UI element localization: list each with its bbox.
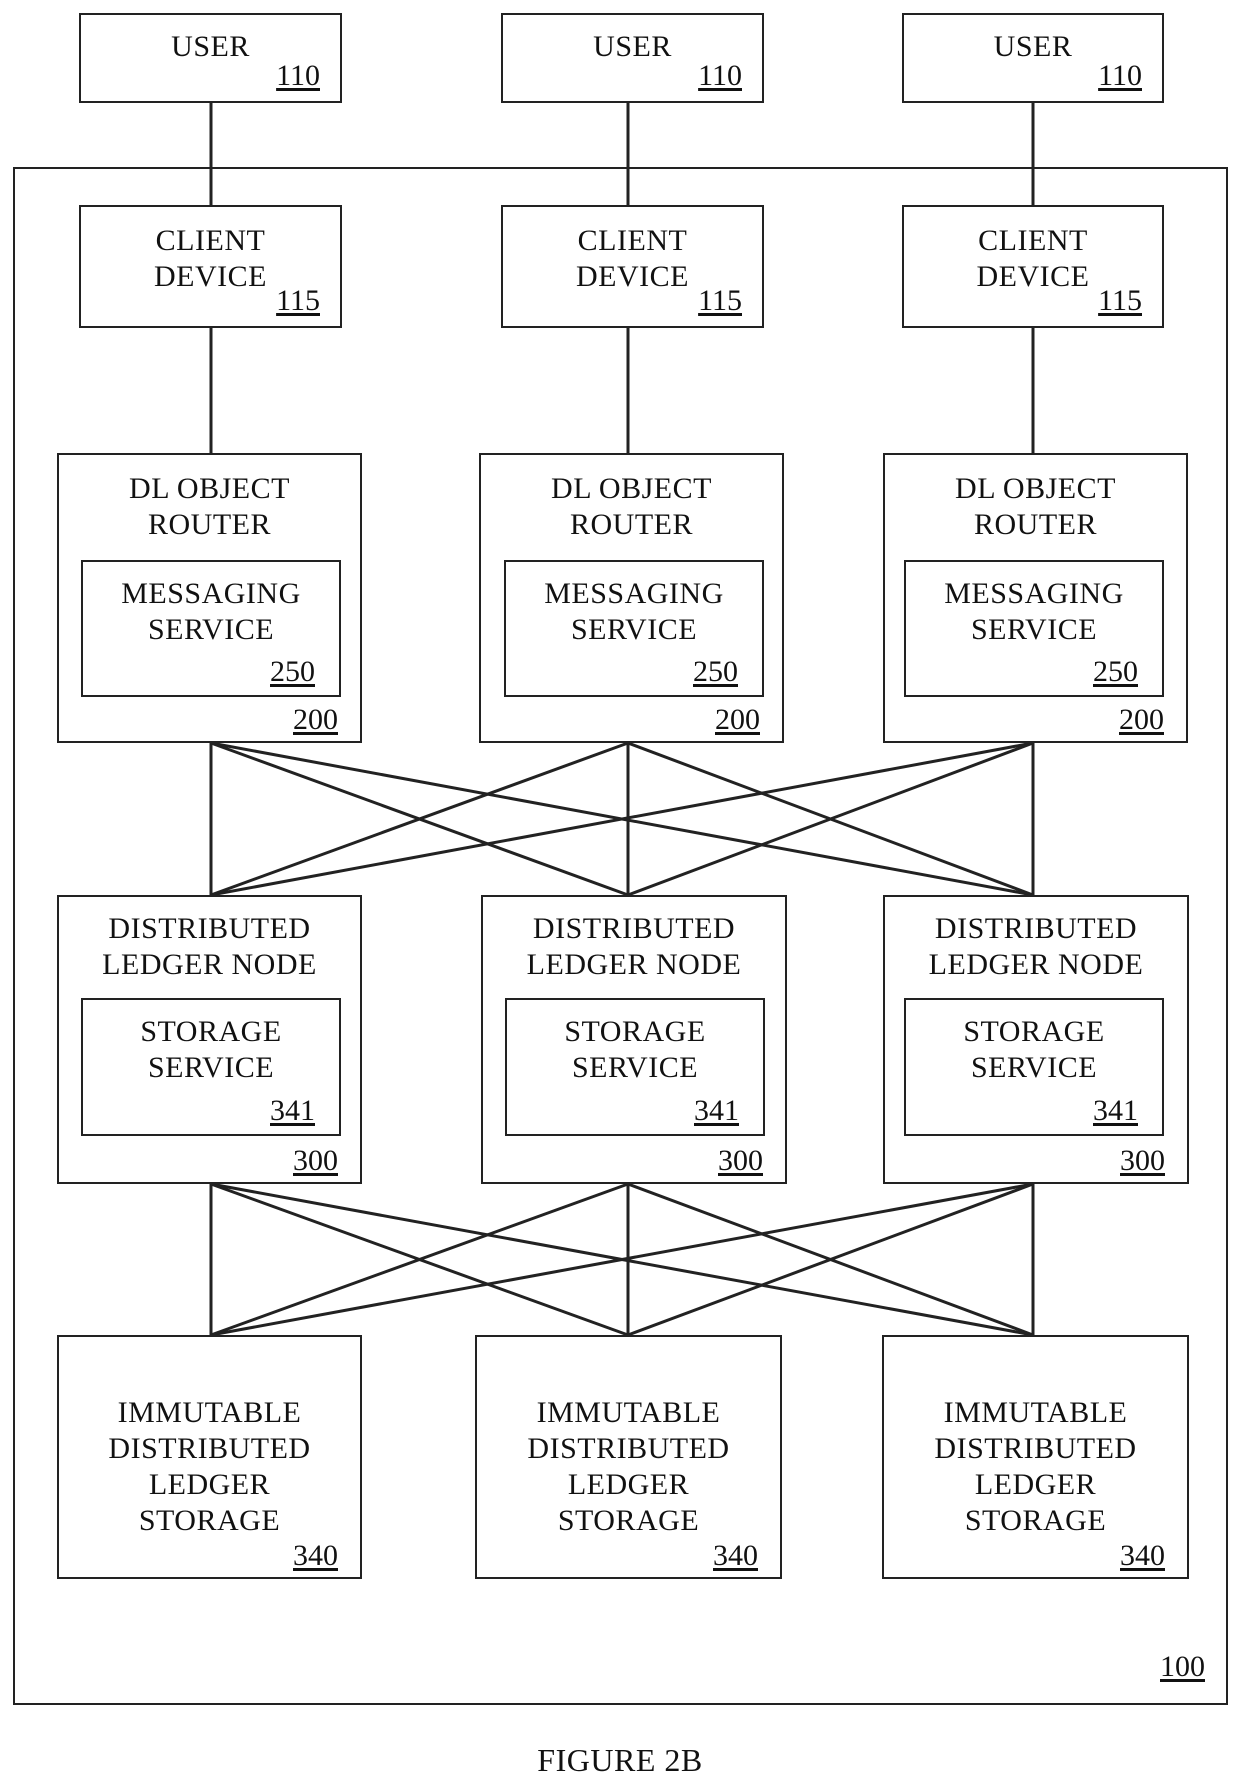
user-ref: 110 [276, 59, 320, 92]
ledger-node-ref: 300 [293, 1144, 338, 1177]
storage-service-label-line: STORAGE [140, 1015, 282, 1048]
immutable-storage-label-line: DISTRIBUTED [527, 1432, 730, 1465]
ledger-node-ref: 300 [1120, 1144, 1165, 1177]
messaging-service-box: MESSAGING SERVICE 250 [81, 560, 341, 697]
immutable-storage-label-line: IMMUTABLE [943, 1396, 1128, 1429]
ledger-node-label-line: DISTRIBUTED [108, 912, 311, 945]
immutable-ledger-storage-box: IMMUTABLE DISTRIBUTED LEDGER STORAGE 340 [57, 1335, 362, 1579]
client-device-box: CLIENT DEVICE 115 [902, 205, 1164, 328]
router-label-line: DL OBJECT [129, 472, 290, 505]
immutable-storage-label-line: DISTRIBUTED [108, 1432, 311, 1465]
immutable-storage-label-line: LEDGER [567, 1468, 690, 1501]
messaging-service-ref: 250 [693, 655, 738, 688]
messaging-service-label-line: MESSAGING [121, 577, 301, 610]
immutable-storage-ref: 340 [1120, 1539, 1165, 1572]
user-ref: 110 [698, 59, 742, 92]
router-label-line: ROUTER [148, 508, 271, 541]
storage-service-label-line: SERVICE [147, 1051, 275, 1084]
client-device-label-line: CLIENT [155, 224, 266, 257]
router-label-line: ROUTER [570, 508, 693, 541]
client-device-label-line: CLIENT [978, 224, 1088, 257]
messaging-service-label-line: SERVICE [147, 613, 275, 646]
immutable-storage-label-line: STORAGE [964, 1504, 1107, 1537]
messaging-service-box: MESSAGING SERVICE 250 [504, 560, 764, 697]
ledger-node-label-line: LEDGER NODE [526, 948, 742, 981]
immutable-storage-label-line: STORAGE [138, 1504, 281, 1537]
storage-service-label-line: SERVICE [571, 1051, 699, 1084]
storage-service-box: STORAGE SERVICE 341 [505, 998, 765, 1136]
router-ref: 200 [1119, 703, 1164, 736]
figure-caption: FIGURE 2B [537, 1742, 703, 1778]
immutable-storage-label-line: IMMUTABLE [536, 1396, 721, 1429]
messaging-service-label-line: MESSAGING [944, 577, 1124, 610]
immutable-storage-label-line: LEDGER [148, 1468, 271, 1501]
client-device-ref: 115 [1098, 284, 1142, 317]
storage-service-label-line: STORAGE [564, 1015, 706, 1048]
router-ref: 200 [293, 703, 338, 736]
immutable-ledger-storage-box: IMMUTABLE DISTRIBUTED LEDGER STORAGE 340 [882, 1335, 1189, 1579]
client-device-label-line: CLIENT [577, 224, 688, 257]
immutable-storage-ref: 340 [713, 1539, 758, 1572]
router-label-line: ROUTER [974, 508, 1097, 541]
storage-service-ref: 341 [694, 1094, 739, 1127]
client-device-ref: 115 [698, 284, 742, 317]
user-box: USER 110 [79, 13, 342, 103]
router-label-line: DL OBJECT [955, 472, 1116, 505]
messaging-service-ref: 250 [270, 655, 315, 688]
router-label-line: DL OBJECT [551, 472, 712, 505]
ledger-node-ref: 300 [718, 1144, 763, 1177]
immutable-storage-ref: 340 [293, 1539, 338, 1572]
storage-service-box: STORAGE SERVICE 341 [81, 998, 341, 1136]
ledger-node-label-line: DISTRIBUTED [532, 912, 736, 945]
immutable-storage-label-line: LEDGER [974, 1468, 1097, 1501]
client-device-box: CLIENT DEVICE 115 [79, 205, 342, 328]
messaging-service-ref: 250 [1093, 655, 1138, 688]
client-device-box: CLIENT DEVICE 115 [501, 205, 764, 328]
messaging-service-label-line: SERVICE [970, 613, 1098, 646]
user-ref: 110 [1098, 59, 1142, 92]
immutable-storage-label-line: IMMUTABLE [117, 1396, 302, 1429]
user-box: USER 110 [902, 13, 1164, 103]
messaging-service-label-line: SERVICE [570, 613, 698, 646]
immutable-ledger-storage-box: IMMUTABLE DISTRIBUTED LEDGER STORAGE 340 [475, 1335, 782, 1579]
messaging-service-label-line: MESSAGING [544, 577, 724, 610]
client-device-ref: 115 [276, 284, 320, 317]
storage-service-ref: 341 [1093, 1094, 1138, 1127]
storage-service-ref: 341 [270, 1094, 315, 1127]
messaging-service-box: MESSAGING SERVICE 250 [904, 560, 1164, 697]
router-ref: 200 [715, 703, 760, 736]
ledger-node-label-line: LEDGER NODE [102, 948, 317, 981]
storage-service-box: STORAGE SERVICE 341 [904, 998, 1164, 1136]
immutable-storage-label-line: DISTRIBUTED [934, 1432, 1137, 1465]
immutable-storage-label-line: STORAGE [557, 1504, 700, 1537]
ledger-node-label-line: LEDGER NODE [928, 948, 1144, 981]
ledger-node-label-line: DISTRIBUTED [934, 912, 1138, 945]
storage-service-label-line: SERVICE [970, 1051, 1098, 1084]
storage-service-label-line: STORAGE [963, 1015, 1105, 1048]
user-box: USER 110 [501, 13, 764, 103]
